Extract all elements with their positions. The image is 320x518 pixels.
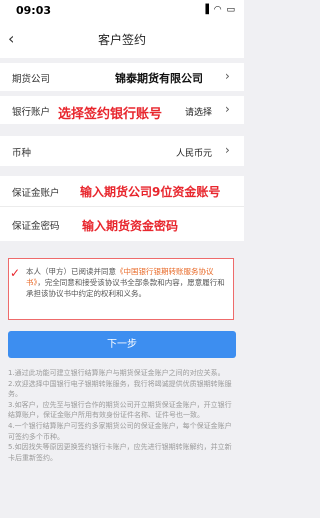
margin-password-label: 保证金密码 <box>12 221 60 232</box>
futures-company-row[interactable]: 期货公司 锦泰期货有限公司 › <box>0 63 244 91</box>
margin-password-annotation: 输入期货资金密码 <box>82 219 179 233</box>
status-time: 09:03 <box>16 4 52 17</box>
chevron-right-icon: › <box>225 102 230 116</box>
futures-company-value: 锦泰期货有限公司 <box>115 72 203 85</box>
nav-bar: ‹ 客户签约 <box>0 20 244 58</box>
chevron-right-icon: › <box>225 143 230 157</box>
bank-account-label: 银行账户 <box>12 107 51 118</box>
agree-checkbox[interactable]: ✓ <box>10 266 20 280</box>
currency-row[interactable]: 币种 人民币元 › <box>0 136 244 166</box>
margin-account-row[interactable]: 保证金账户 输入期货公司9位资金账号 <box>0 176 244 206</box>
bank-annotation: 选择签约银行账号 <box>58 107 163 122</box>
status-icons: ▐ ◠ ▭ <box>202 5 236 15</box>
page-title: 客户签约 <box>97 33 146 47</box>
note-item: 5.如因找失等原因更换签约银行卡账户，应先进行银期转账解约，并立新卡后重新签约。 <box>8 443 232 462</box>
note-item: 2.欢迎选择中国银行电子银期转账服务，我行将竭诚提供优质银期转账服务。 <box>8 379 232 399</box>
bank-account-row[interactable]: 银行账户 选择签约银行账号 请选择 › <box>0 96 244 124</box>
chevron-right-icon: › <box>225 69 230 83</box>
note-item: 4.一个银行结算账户可签约多家期货公司的保证金账户，每个保证金账户可签约多个币种… <box>8 421 232 441</box>
terms-prefix: 本人（甲方）已阅读并同意 <box>26 267 116 276</box>
futures-company-label: 期货公司 <box>12 74 51 85</box>
bank-account-value: 请选择 <box>185 108 213 118</box>
terms-suffix: ，完全同意和接受该协议书全部条款和内容，愿意履行和承担该协议书中约定的权利和义务… <box>26 278 225 298</box>
margin-password-row[interactable]: 保证金密码 输入期货资金密码 <box>0 207 244 241</box>
currency-value: 人民币元 <box>176 149 213 159</box>
margin-account-label: 保证金账户 <box>12 188 60 199</box>
margin-account-annotation: 输入期货公司9位资金账号 <box>80 185 221 199</box>
notes: 1.通过此功能可建立银行结算账户与期货保证金账户之间的对应关系。 2.欢迎选择中… <box>8 368 236 463</box>
status-bar: 09:03 ▐ ◠ ▭ <box>0 0 244 20</box>
terms-text: 本人（甲方）已阅读并同意《中国银行银期转账服务协议书》，完全同意和接受该协议书全… <box>26 266 230 299</box>
next-button[interactable]: 下一步 <box>8 331 236 358</box>
note-item: 1.通过此功能可建立银行结算账户与期货保证金账户之间的对应关系。 <box>8 369 225 377</box>
note-item: 3.如客户，应先至与银行合作的期货公司开立期货保证金账户，开立银行结算账户，保证… <box>8 400 232 420</box>
currency-label: 币种 <box>12 148 32 159</box>
